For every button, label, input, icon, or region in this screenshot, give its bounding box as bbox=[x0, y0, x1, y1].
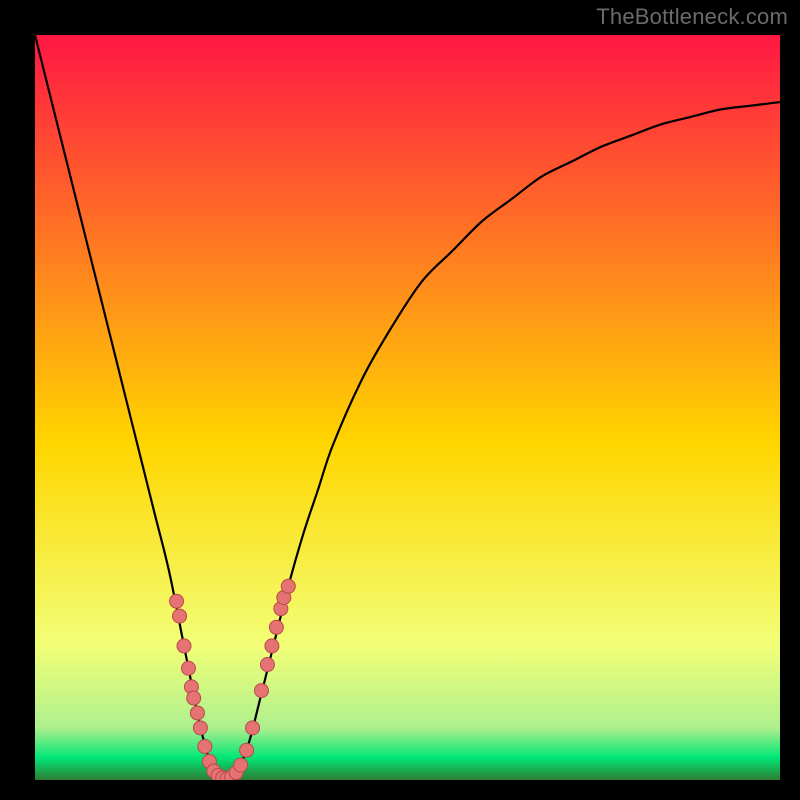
data-dot bbox=[173, 609, 187, 623]
watermark-text: TheBottleneck.com bbox=[596, 4, 788, 30]
data-dot bbox=[254, 684, 268, 698]
data-dot bbox=[193, 721, 207, 735]
chart-svg bbox=[35, 35, 780, 780]
gradient-bg bbox=[35, 35, 780, 780]
data-dot bbox=[190, 706, 204, 720]
data-dot bbox=[177, 639, 191, 653]
data-dot bbox=[187, 691, 201, 705]
data-dot bbox=[198, 739, 212, 753]
data-dot bbox=[240, 743, 254, 757]
data-dot bbox=[246, 721, 260, 735]
data-dot bbox=[281, 579, 295, 593]
data-dot bbox=[260, 658, 274, 672]
data-dot bbox=[181, 661, 195, 675]
data-dot bbox=[269, 620, 283, 634]
chart-frame: TheBottleneck.com bbox=[0, 0, 800, 800]
data-dot bbox=[265, 639, 279, 653]
plot-area bbox=[35, 35, 780, 780]
data-dot bbox=[234, 758, 248, 772]
data-dot bbox=[170, 594, 184, 608]
